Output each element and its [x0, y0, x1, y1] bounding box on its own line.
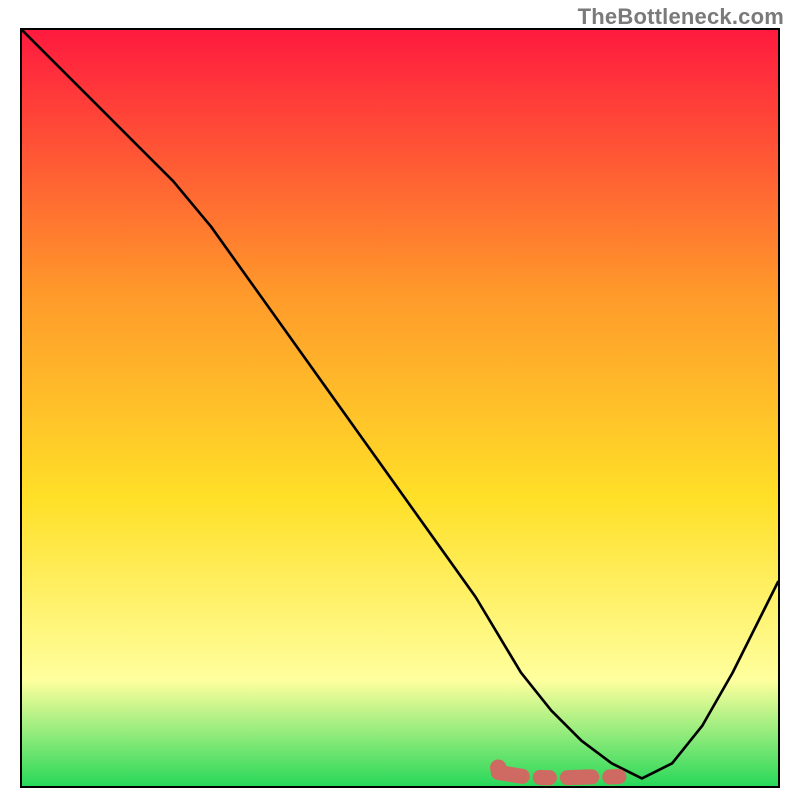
optimum-marker-group — [490, 760, 627, 778]
bottleneck-curve — [22, 30, 778, 778]
chart-stage: TheBottleneck.com — [0, 0, 800, 800]
optimum-marker-path — [498, 772, 627, 777]
optimum-marker-blob — [490, 760, 507, 777]
curve-overlay — [22, 30, 778, 786]
watermark-text: TheBottleneck.com — [578, 4, 784, 30]
plot-frame — [20, 28, 780, 788]
